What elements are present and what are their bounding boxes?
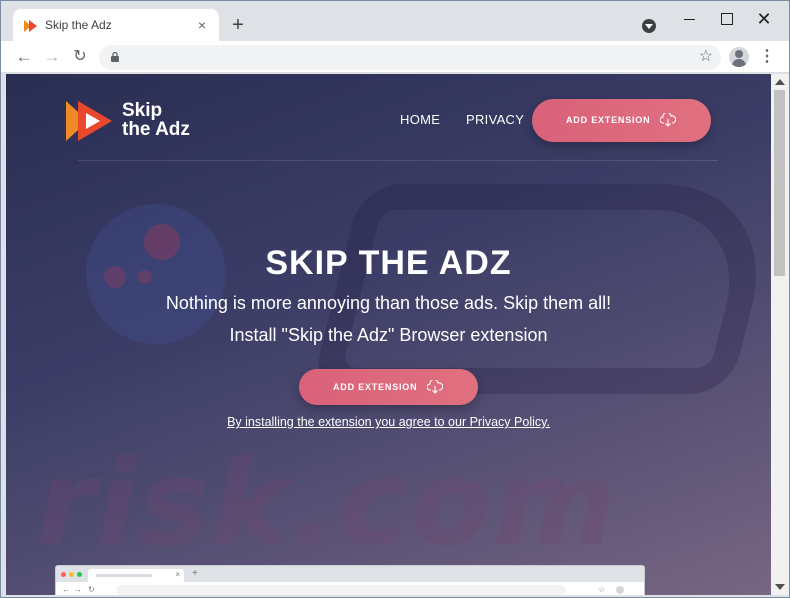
scroll-up-arrow-icon[interactable] (775, 79, 785, 85)
menu-icon[interactable]: ⋮ (759, 47, 775, 67)
mockup-forward-icon: → (74, 585, 82, 594)
mockup-tabbar: × + (56, 566, 644, 582)
mockup-toolbar: ← → ↻ ☆ (56, 582, 644, 595)
browser-tab[interactable]: Skip the Adz × (13, 9, 219, 42)
hero-title: SKIP THE ADZ (265, 244, 512, 282)
mockup-tab: × (88, 569, 184, 582)
cloud-download-icon (427, 380, 443, 394)
watermark-shape (309, 184, 771, 394)
play-logo-icon (66, 101, 112, 141)
add-extension-button[interactable]: ADD EXTENSION (299, 369, 478, 405)
lock-icon[interactable] (111, 52, 119, 62)
nav-privacy-link[interactable]: PRIVACY (466, 112, 524, 127)
bookmark-star-icon[interactable]: ☆ (699, 48, 713, 66)
browser-mockup-image: × + ← → ↻ ☆ (55, 565, 645, 595)
forward-icon[interactable]: → (41, 46, 63, 68)
scroll-down-arrow-icon[interactable] (775, 584, 785, 590)
tab-strip: Skip the Adz × + ✕ (1, 1, 789, 42)
site-logo[interactable]: Skip the Adz (66, 99, 216, 143)
browser-toolbar: ← → ↻ ☆ ⋮ (1, 41, 789, 73)
reload-icon[interactable]: ↻ (69, 46, 91, 68)
browser-window: Skip the Adz × + ✕ ← → ↻ ☆ ⋮ risk.com Sk… (0, 0, 790, 598)
close-window-button[interactable]: ✕ (749, 9, 779, 29)
mockup-avatar-icon (616, 586, 624, 594)
mockup-dot (69, 572, 74, 577)
tab-title: Skip the Adz (45, 18, 112, 32)
logo-text: Skip the Adz (122, 101, 190, 139)
cta-label: ADD EXTENSION (333, 382, 418, 392)
vertical-scrollbar[interactable] (771, 74, 789, 595)
close-tab-icon[interactable]: × (193, 16, 211, 34)
scroll-thumb[interactable] (774, 90, 785, 276)
minimize-button[interactable] (675, 9, 705, 29)
mockup-plus-icon: + (192, 568, 198, 579)
mockup-tab-line (96, 574, 152, 577)
profile-avatar-icon[interactable] (729, 47, 749, 67)
mockup-dot (61, 572, 66, 577)
hero-subtitle: Nothing is more annoying than those ads.… (165, 293, 612, 313)
logo-line2: the Adz (122, 119, 190, 140)
header-add-extension-button[interactable]: ADD EXTENSION (532, 99, 711, 142)
mockup-close-icon: × (175, 570, 180, 579)
back-icon[interactable]: ← (13, 46, 35, 68)
hero-install-text: Install "Skip the Adz" Browser extension (229, 325, 548, 345)
watermark-text: risk.com (36, 434, 619, 572)
privacy-policy-link[interactable]: By installing the extension you agree to… (6, 415, 771, 429)
mockup-star-icon: ☆ (598, 585, 606, 594)
tab-search-icon[interactable] (642, 19, 656, 33)
logo-line1: Skip (122, 100, 163, 121)
page-viewport: risk.com Skip the Adz HOME PRIVACY ADD E… (6, 74, 771, 595)
maximize-button[interactable] (711, 9, 741, 29)
mockup-reload-icon: ↻ (88, 585, 95, 594)
mockup-dot (77, 572, 82, 577)
nav-home-link[interactable]: HOME (400, 112, 440, 127)
favicon-icon (24, 20, 37, 32)
mockup-back-icon: ← (62, 585, 70, 594)
address-bar[interactable]: ☆ (99, 45, 721, 70)
new-tab-button[interactable]: + (228, 15, 248, 35)
cta-label: ADD EXTENSION (566, 115, 651, 125)
mockup-address-bar (116, 585, 566, 595)
cloud-download-icon (660, 113, 676, 127)
header-divider (78, 160, 718, 161)
